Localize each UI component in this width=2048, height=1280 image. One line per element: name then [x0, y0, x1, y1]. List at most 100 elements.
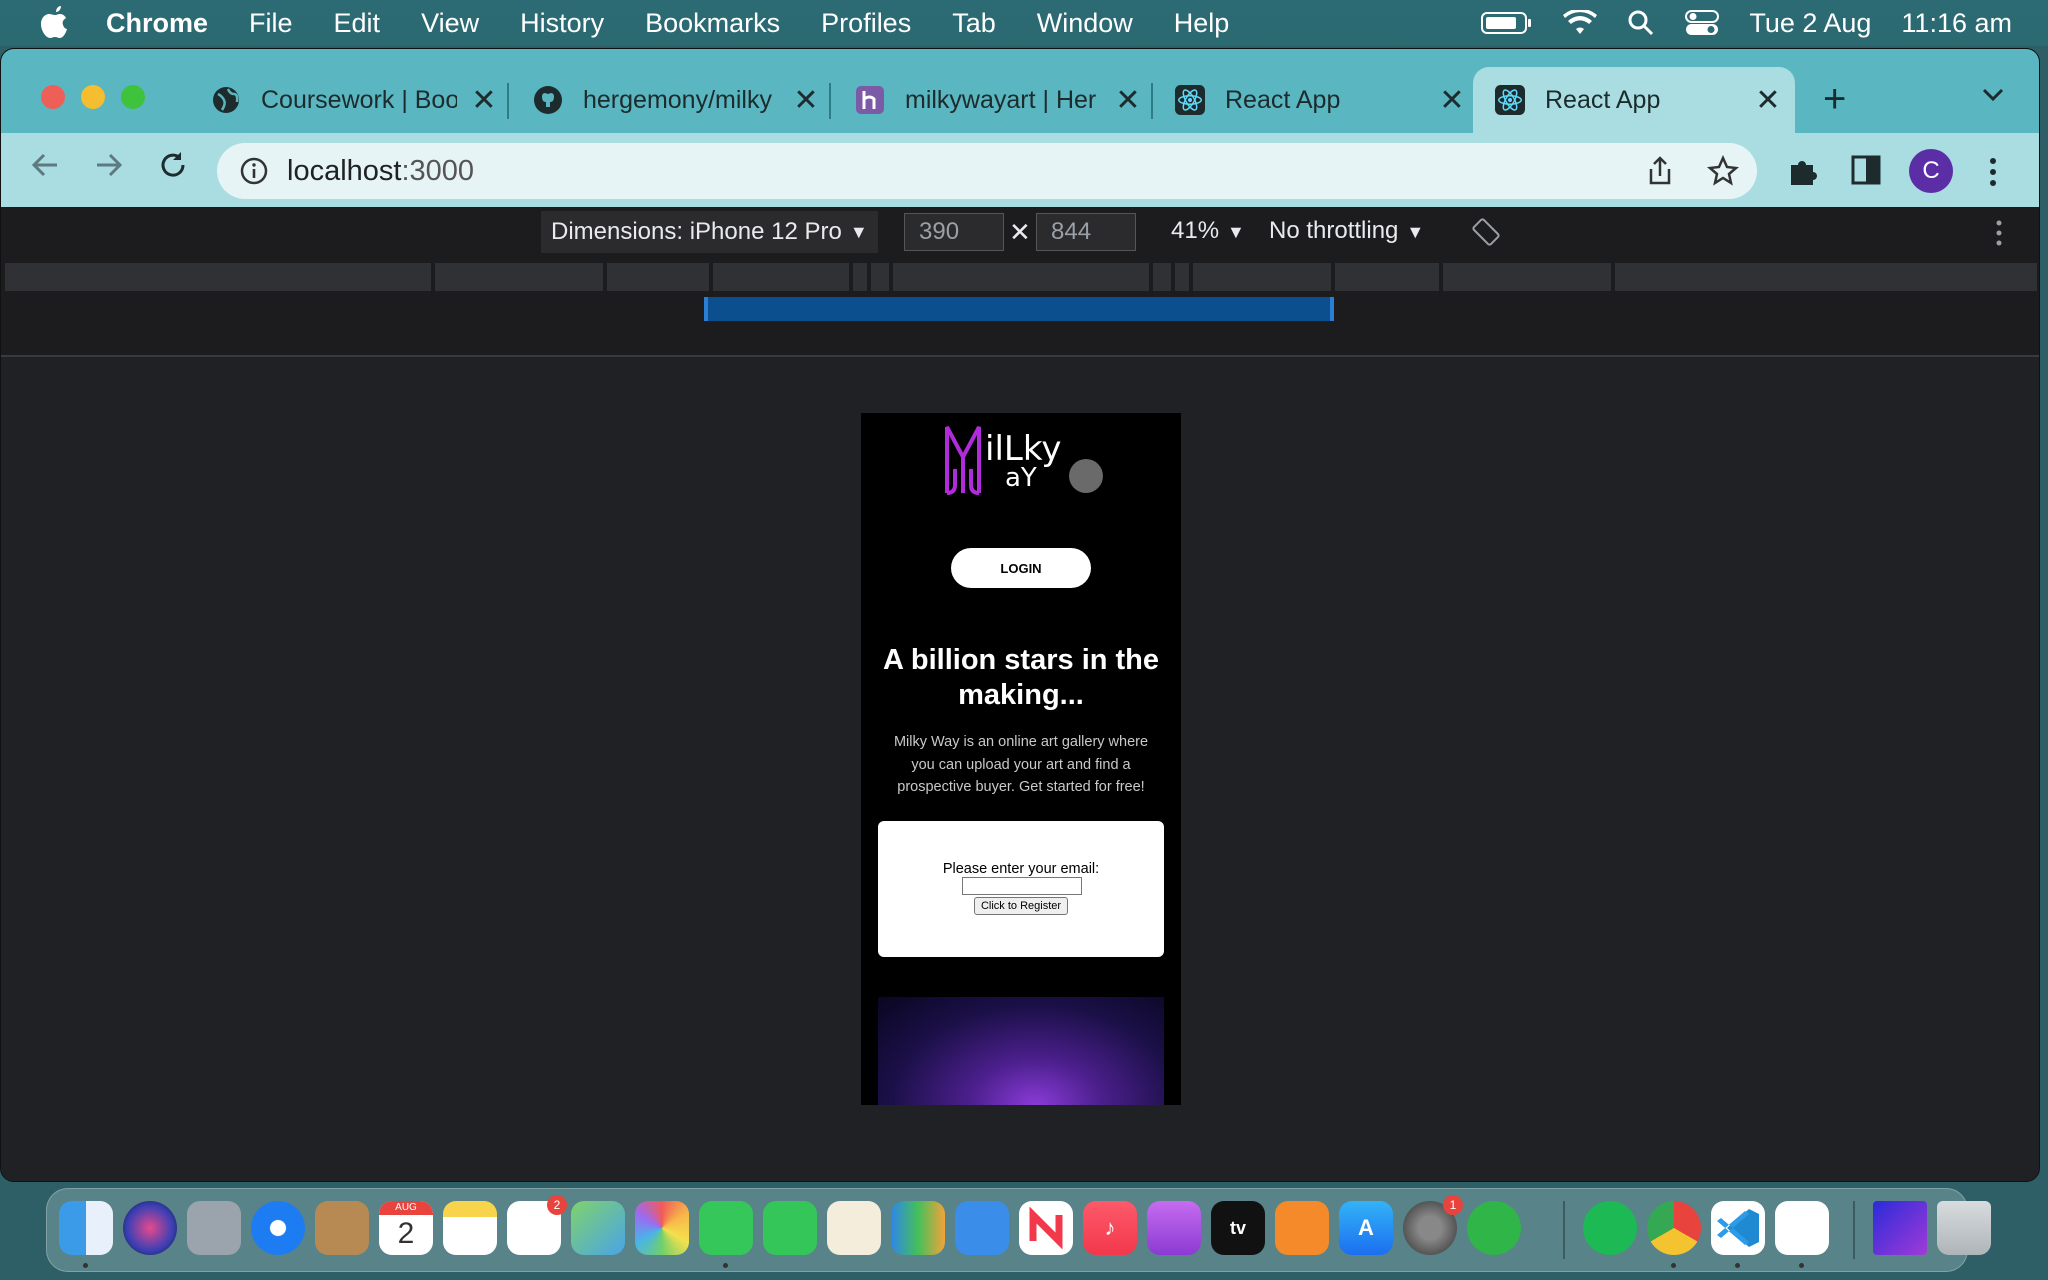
reminders-icon[interactable]: 2: [507, 1195, 567, 1255]
media-query-segment[interactable]: [1175, 263, 1189, 291]
back-arrow-icon[interactable]: [25, 149, 65, 189]
keynote-icon[interactable]: [955, 1201, 1009, 1255]
music-icon[interactable]: ♪: [1083, 1201, 1137, 1255]
reload-icon[interactable]: [153, 149, 193, 189]
close-tab-icon[interactable]: ✕: [471, 83, 497, 118]
evernote-like-icon[interactable]: [1467, 1201, 1521, 1255]
maps-icon[interactable]: [571, 1201, 625, 1255]
pages-icon[interactable]: [827, 1201, 881, 1255]
menu-window[interactable]: Window: [1037, 8, 1133, 39]
menubar-time[interactable]: 11:16 am: [1901, 8, 2012, 39]
media-query-segment[interactable]: [1443, 263, 1611, 291]
maximize-window-button[interactable]: [121, 85, 145, 109]
safari-icon[interactable]: [251, 1201, 305, 1255]
close-tab-icon[interactable]: ✕: [1755, 83, 1781, 118]
close-window-button[interactable]: [41, 85, 65, 109]
address-bar[interactable]: localhost:3000: [217, 143, 1757, 199]
system-preferences-badge: 1: [1443, 1195, 1463, 1215]
chrome-icon[interactable]: [1647, 1201, 1701, 1255]
dimensions-label: Dimensions: iPhone 12 Pro: [551, 218, 842, 245]
menubar-date[interactable]: Tue 2 Aug: [1749, 8, 1871, 39]
wifi-icon[interactable]: [1563, 10, 1598, 36]
app-store-icon[interactable]: A: [1339, 1201, 1393, 1255]
media-query-segment[interactable]: [1335, 263, 1439, 291]
close-tab-icon[interactable]: ✕: [1439, 83, 1465, 118]
site-info-icon[interactable]: [239, 156, 269, 186]
media-query-segment[interactable]: [1193, 263, 1331, 291]
tab-react-app-active[interactable]: React App ✕: [1473, 67, 1795, 133]
width-input[interactable]: 390: [904, 213, 1004, 251]
menu-file[interactable]: File: [249, 8, 293, 39]
media-query-segment[interactable]: [5, 263, 431, 291]
chrome-menu-icon[interactable]: [1987, 157, 1999, 187]
apple-logo-icon[interactable]: [40, 6, 70, 40]
minimize-window-button[interactable]: [81, 85, 105, 109]
finder-icon[interactable]: [59, 1201, 113, 1255]
new-tab-button[interactable]: +: [1823, 79, 1846, 119]
email-input[interactable]: [962, 877, 1082, 895]
menu-app-name[interactable]: Chrome: [106, 8, 208, 39]
downloads-folder-icon[interactable]: [1873, 1201, 1927, 1255]
profile-avatar[interactable]: C: [1909, 149, 1953, 193]
menu-help[interactable]: Help: [1174, 8, 1230, 39]
dimensions-dropdown[interactable]: Dimensions: iPhone 12 Pro ▼: [541, 211, 878, 253]
register-button[interactable]: Click to Register: [974, 897, 1068, 915]
media-query-segment[interactable]: [893, 263, 1149, 291]
news-icon[interactable]: [1019, 1201, 1073, 1255]
media-query-segment[interactable]: [1615, 263, 2037, 291]
facetime-icon[interactable]: [763, 1201, 817, 1255]
media-query-segment[interactable]: [871, 263, 889, 291]
share-icon[interactable]: [1645, 155, 1675, 187]
bookmark-star-icon[interactable]: [1707, 155, 1739, 187]
height-input[interactable]: 844: [1036, 213, 1136, 251]
calendar-icon[interactable]: AUG 2: [379, 1201, 433, 1255]
menu-tab[interactable]: Tab: [952, 8, 996, 39]
tab-react-app-1[interactable]: React App ✕: [1175, 67, 1465, 133]
battery-icon[interactable]: [1481, 10, 1533, 36]
rotate-icon[interactable]: [1471, 217, 1501, 247]
media-query-segment[interactable]: [435, 263, 603, 291]
side-panel-icon[interactable]: [1851, 155, 1881, 185]
trash-icon[interactable]: [1937, 1201, 1991, 1255]
slack-icon[interactable]: [1775, 1201, 1829, 1255]
system-preferences-icon[interactable]: 1: [1403, 1195, 1463, 1255]
tab-coursework[interactable]: Coursework | Boo ✕: [211, 67, 497, 133]
forward-arrow-icon[interactable]: [89, 149, 129, 189]
numbers-icon[interactable]: [891, 1201, 945, 1255]
menu-view[interactable]: View: [421, 8, 479, 39]
device-width-bar[interactable]: [704, 297, 1334, 321]
menu-profiles[interactable]: Profiles: [821, 8, 911, 39]
control-center-icon[interactable]: [1685, 9, 1720, 37]
media-query-segment[interactable]: [713, 263, 849, 291]
zoom-dropdown[interactable]: 41% ▼: [1171, 217, 1245, 245]
extensions-puzzle-icon[interactable]: [1787, 155, 1819, 187]
milky-way-logo[interactable]: ilLky aY: [943, 423, 1103, 503]
media-query-segment[interactable]: [1153, 263, 1171, 291]
messages-icon[interactable]: [699, 1201, 753, 1255]
menu-bookmarks[interactable]: Bookmarks: [645, 8, 780, 39]
throttling-dropdown[interactable]: No throttling ▼: [1269, 217, 1424, 245]
notes-icon[interactable]: [443, 1201, 497, 1255]
photos-icon[interactable]: [635, 1201, 689, 1255]
spotlight-search-icon[interactable]: [1627, 9, 1655, 37]
close-tab-icon[interactable]: ✕: [1115, 83, 1141, 118]
spotify-icon[interactable]: [1583, 1201, 1637, 1255]
menu-history[interactable]: History: [520, 8, 604, 39]
tab-github[interactable]: hergemony/milky ✕: [533, 67, 819, 133]
media-query-segment[interactable]: [853, 263, 867, 291]
tab-search-icon[interactable]: [1981, 85, 2005, 110]
apple-tv-icon[interactable]: tv: [1211, 1201, 1265, 1255]
podcasts-icon[interactable]: [1147, 1201, 1201, 1255]
launchpad-icon[interactable]: [187, 1201, 241, 1255]
menu-edit[interactable]: Edit: [334, 8, 381, 39]
url-text[interactable]: localhost:3000: [287, 155, 474, 188]
media-query-segment[interactable]: [607, 263, 709, 291]
vscode-icon[interactable]: [1711, 1201, 1765, 1255]
books-icon[interactable]: [1275, 1201, 1329, 1255]
siri-icon[interactable]: [123, 1201, 177, 1255]
login-button[interactable]: LOGIN: [951, 548, 1091, 588]
tab-heroku[interactable]: milkywayart | Her ✕: [855, 67, 1141, 133]
contacts-icon[interactable]: [315, 1201, 369, 1255]
more-options-icon[interactable]: [1995, 219, 2003, 247]
close-tab-icon[interactable]: ✕: [793, 83, 819, 118]
